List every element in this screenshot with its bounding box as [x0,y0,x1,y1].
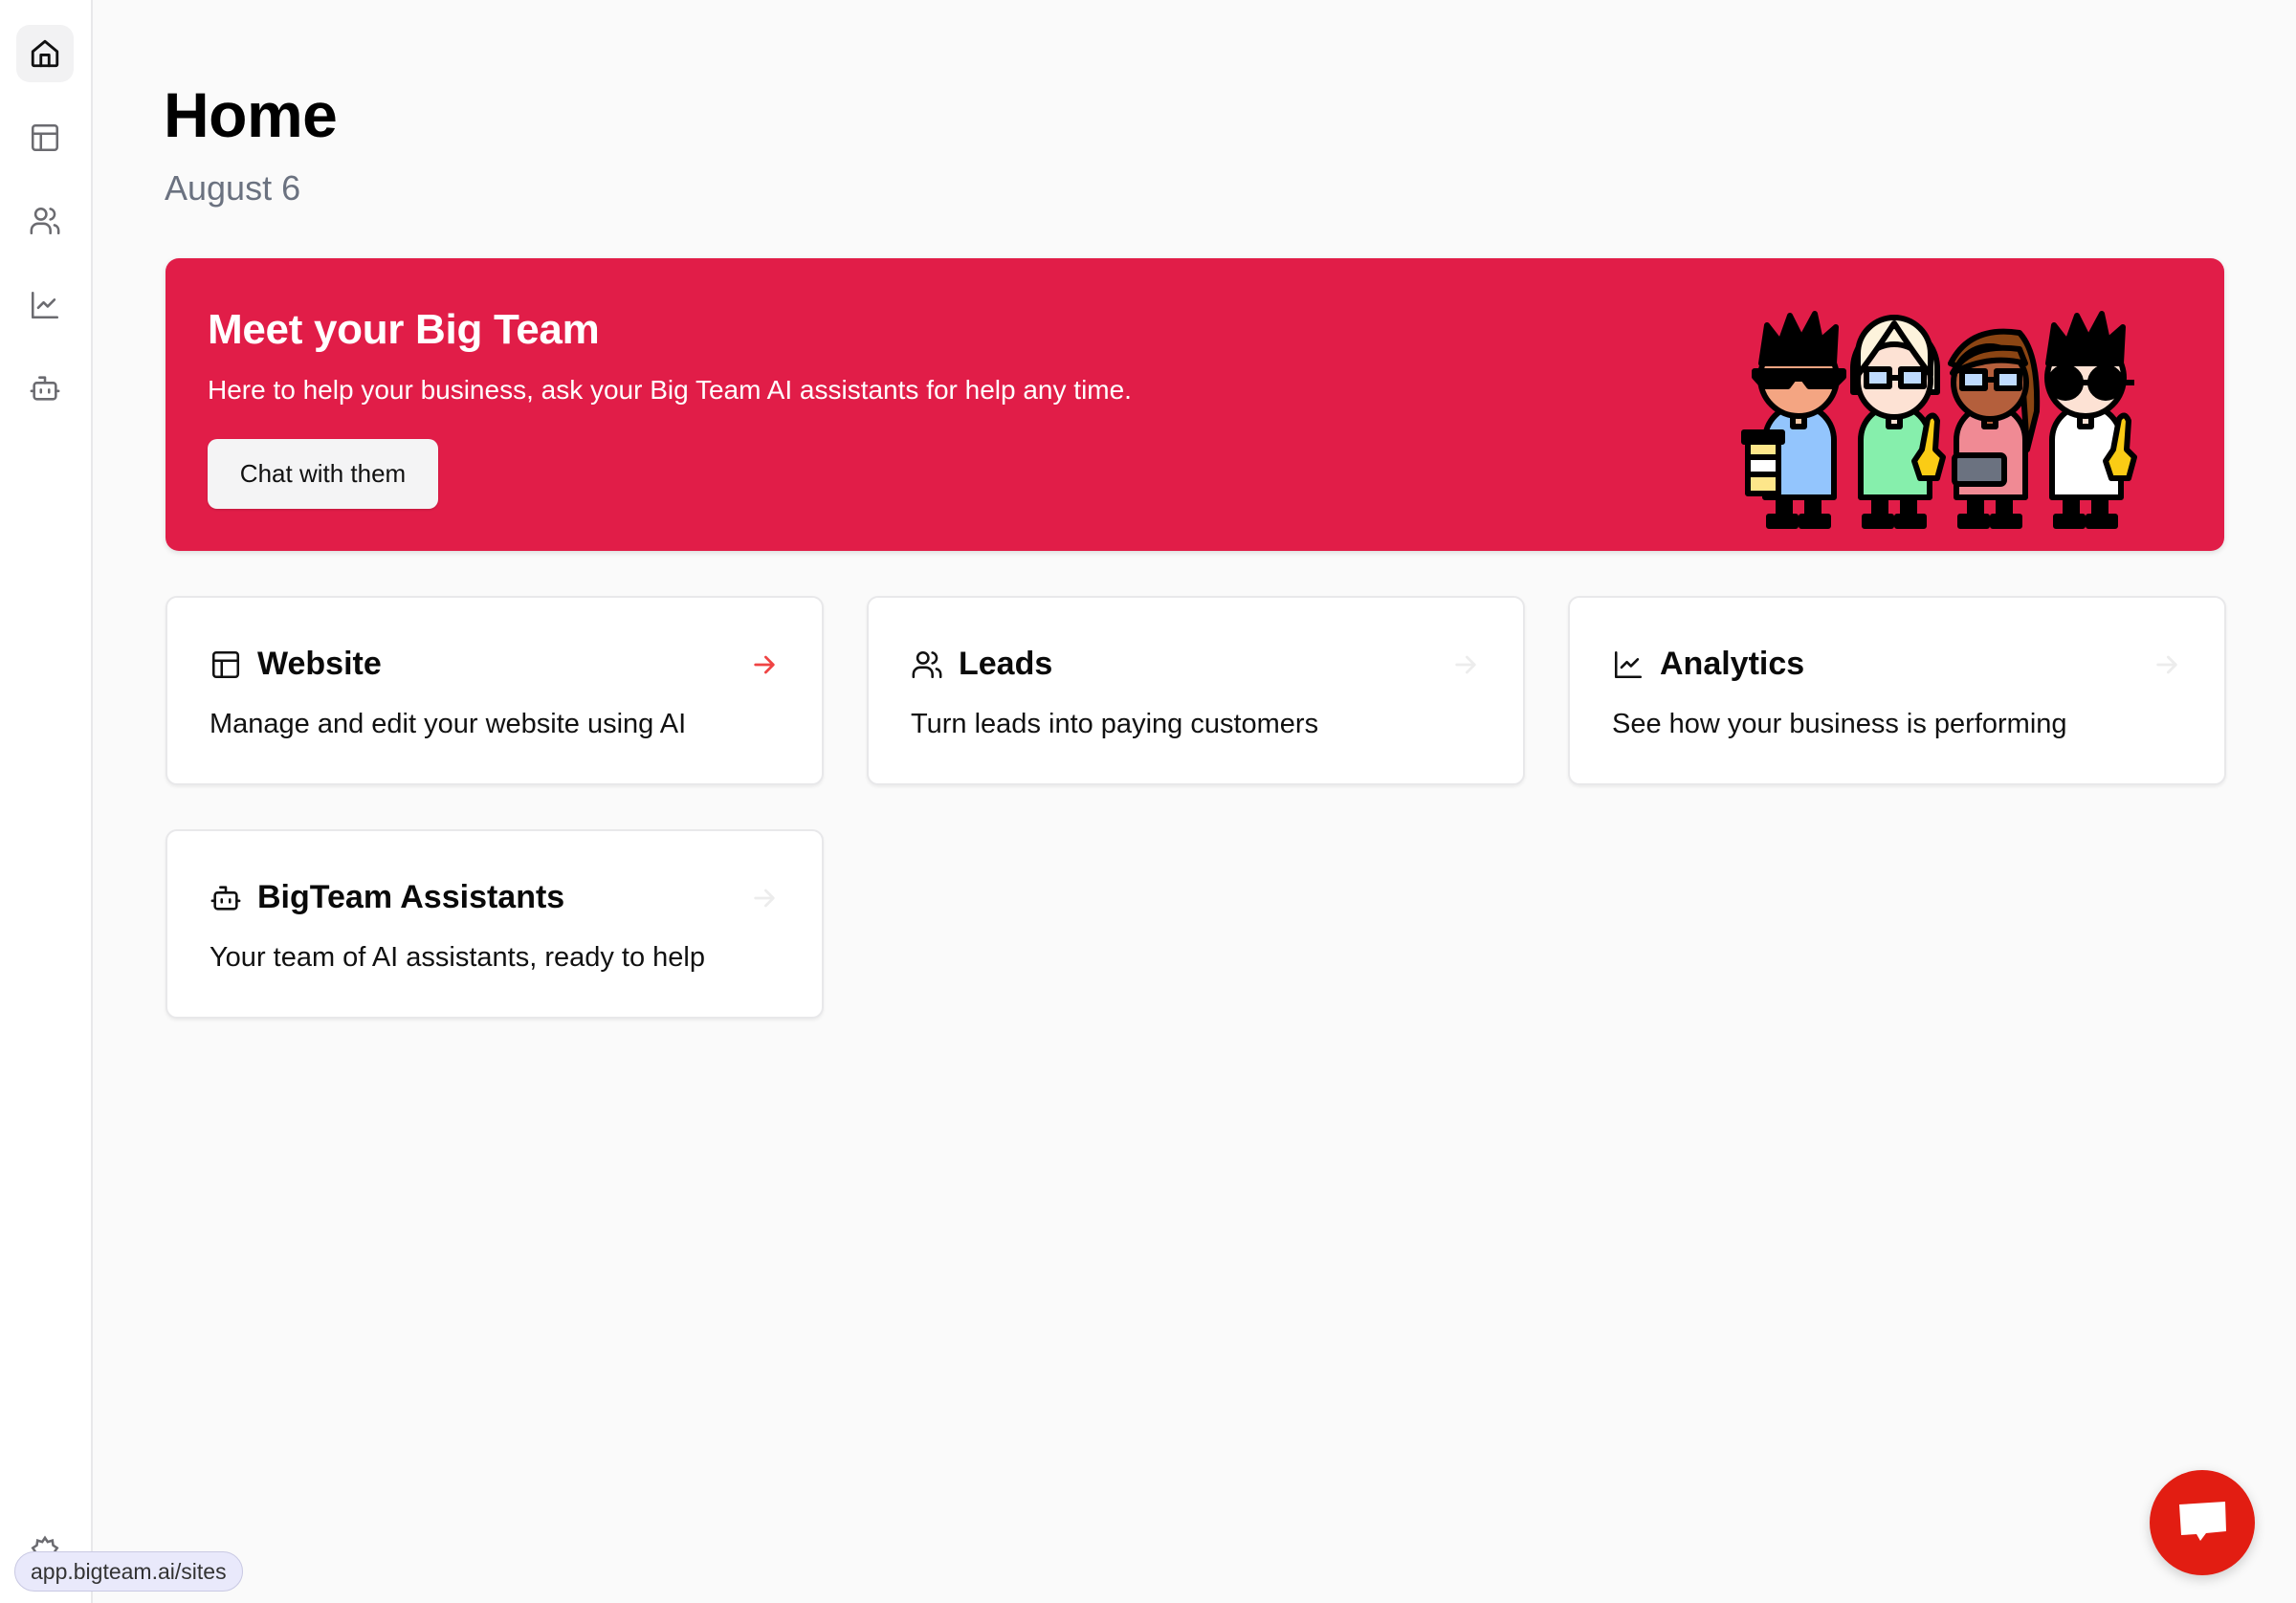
sidebar [0,0,93,1603]
banner-title: Meet your Big Team [208,306,600,353]
bot-icon [210,885,241,911]
page-date: August 6 [165,168,301,208]
sidebar-item-website[interactable] [16,109,74,166]
chat-bubble-icon [2179,1502,2226,1541]
sidebar-item-assistants[interactable] [16,360,74,417]
chart-line-icon [1614,650,1643,678]
card-analytics[interactable]: Analytics See how your business is perfo… [1568,596,2226,785]
card-description: Manage and edit your website using AI [210,709,687,739]
chat-widget-button[interactable] [2150,1470,2255,1575]
chart-line-icon [31,291,59,319]
card-description: Turn leads into paying customers [911,709,1319,739]
users-icon [30,207,60,235]
card-website[interactable]: Website Manage and edit your website usi… [166,596,824,785]
card-title: BigTeam Assistants [257,879,565,915]
layout-icon [211,650,240,678]
team-member-1 [1741,311,1846,529]
card-title: Website [257,646,382,682]
sidebar-item-leads[interactable] [16,192,74,250]
card-title: Leads [959,646,1053,682]
sidebar-item-home[interactable] [16,25,74,82]
card-assistants[interactable]: BigTeam Assistants Your team of AI assis… [166,829,824,1019]
home-icon [31,39,59,68]
arrow-right-icon[interactable] [749,883,780,913]
team-banner: Meet your Big Team Here to help your bus… [166,258,2224,551]
arrow-right-icon[interactable] [1450,649,1481,680]
sidebar-item-analytics[interactable] [16,276,74,334]
chat-with-them-button[interactable]: Chat with them [208,439,438,509]
arrow-right-icon[interactable] [749,649,780,680]
card-leads[interactable]: Leads Turn leads into paying customers [867,596,1525,785]
team-member-4 [2044,311,2137,529]
layout-icon [31,123,59,152]
team-member-2 [1850,315,1946,529]
team-member-3 [1948,328,2041,529]
banner-subtitle: Here to help your business, ask your Big… [208,375,1132,405]
users-icon [912,650,942,678]
arrow-right-icon[interactable] [2152,649,2182,680]
card-description: See how your business is performing [1612,709,2067,739]
status-bar-url: app.bigteam.ai/sites [14,1551,243,1592]
page-title: Home [164,79,338,150]
main-content: Home August 6 Meet your Big Team Here to… [95,0,2296,1603]
card-title: Analytics [1660,646,1805,682]
card-description: Your team of AI assistants, ready to hel… [210,942,706,973]
team-illustration [1741,311,2137,529]
bot-icon [30,376,60,401]
